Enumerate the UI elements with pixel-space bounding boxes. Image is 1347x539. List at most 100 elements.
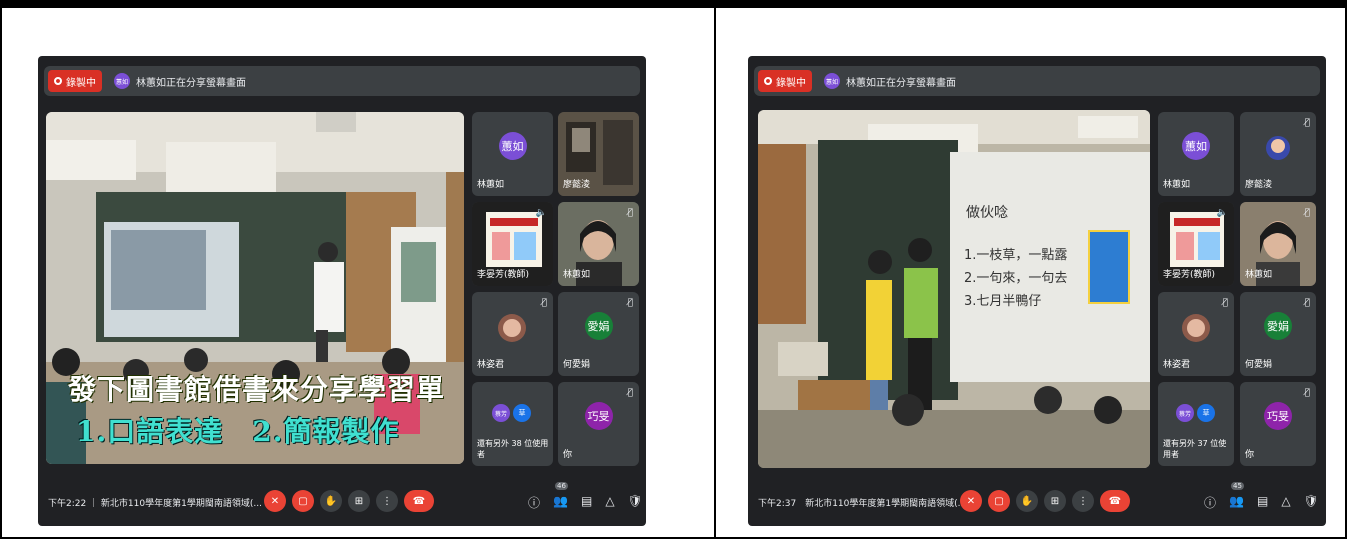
mic-off-icon: 🎙̸: [541, 298, 547, 308]
info-icon[interactable]: ⓘ: [1204, 494, 1216, 511]
participant-tile[interactable]: 🎙̸ 林姿君: [1158, 292, 1234, 376]
speaker-icon: 🔈: [535, 208, 547, 218]
camera-off-icon[interactable]: ▢: [988, 490, 1010, 512]
meet-screenshot-left: 錄製中 蕙如 林蕙如正在分享螢幕畫面 發下圖書館借書來分享學習單 1.口語表達 …: [38, 56, 646, 526]
share-banner: 錄製中 蕙如 林蕙如正在分享螢幕畫面: [754, 66, 1320, 96]
participant-name: 你: [563, 450, 573, 460]
raise-hand-icon[interactable]: ✋: [320, 490, 342, 512]
mic-off-icon: 🎙̸: [627, 298, 633, 308]
participant-tile[interactable]: 🎙̸ 林蕙如: [1240, 202, 1316, 286]
mic-off-icon: 🎙̸: [627, 208, 633, 218]
others-avatars: 蔡芳 草: [1176, 404, 1215, 422]
projected-slide: 做伙唸 1.一枝草，一點露 2.一句來，一句去 3.七月半鴨仔: [964, 192, 1134, 342]
bottom-toolbar: 下午2:37 新北市110學年度第1學期閩南語領域(... ✕ ▢ ✋ ⊞ ⋮ …: [748, 480, 1326, 526]
share-status-text: 林蕙如正在分享螢幕畫面: [136, 77, 246, 89]
more-options-icon[interactable]: ⋮: [376, 490, 398, 512]
mic-off-icon: 🎙̸: [1304, 298, 1310, 308]
others-tile[interactable]: 蔡芳 草 還有另外 37 位使用者: [1158, 382, 1234, 466]
present-icon[interactable]: ⊞: [348, 490, 370, 512]
host-controls-icon[interactable]: 🛡: [628, 494, 643, 511]
participant-name: 林蕙如: [1163, 180, 1191, 190]
activities-icon[interactable]: △: [1281, 494, 1290, 511]
participant-avatar: 愛娟: [584, 311, 613, 340]
people-icon[interactable]: 👥 45: [1229, 482, 1244, 511]
others-avatar: 蔡芳: [492, 404, 510, 422]
participant-name: 林姿君: [477, 360, 505, 370]
participant-count: 46: [555, 482, 568, 490]
meeting-info: 下午2:37 新北市110學年度第1學期閩南語領域(...: [758, 499, 967, 509]
overlay-caption-line-2: 1.口語表達 2.簡報製作: [76, 415, 400, 448]
meeting-info: 下午2:22 ｜ 新北市110學年度第1學期閩南語領域(...: [48, 499, 262, 509]
side-controls: ⓘ 👥 46 ▤ △ 🛡: [528, 482, 643, 511]
activities-icon[interactable]: △: [605, 494, 614, 511]
participant-name: 廖懿淩: [563, 180, 591, 190]
recording-label: 錄製中: [776, 77, 806, 89]
participant-tile[interactable]: 🔈 李晏芳(教師): [472, 202, 553, 286]
participant-avatar: 巧旻: [1264, 401, 1292, 430]
participant-name: 林蕙如: [1245, 270, 1273, 280]
mic-off-icon[interactable]: ✕: [960, 490, 982, 512]
overlay-caption-line-1: 發下圖書館借書來分享學習單: [68, 373, 446, 406]
participant-name: 李晏芳(教師): [1163, 270, 1216, 280]
meeting-controls: ✕ ▢ ✋ ⊞ ⋮ ☎: [960, 490, 1130, 512]
participant-avatar: 巧旻: [584, 401, 613, 430]
mic-off-icon: 🎙̸: [1304, 118, 1310, 128]
hang-up-icon[interactable]: ☎: [404, 490, 434, 512]
others-count: 還有另外 37 位使用者: [1163, 439, 1227, 459]
shared-screen: 做伙唸 1.一枝草，一點露 2.一句來，一句去 3.七月半鴨仔: [758, 110, 1150, 468]
participant-name: 你: [1245, 450, 1255, 460]
raise-hand-icon[interactable]: ✋: [1016, 490, 1038, 512]
participant-tile[interactable]: 愛娟 🎙̸ 何愛娟: [1240, 292, 1316, 376]
recording-label: 錄製中: [66, 77, 96, 89]
participant-name: 林蕙如: [563, 270, 591, 280]
slide-line-1: 1.一枝草，一點露: [964, 248, 1068, 263]
shared-screen: 發下圖書館借書來分享學習單 1.口語表達 2.簡報製作: [46, 112, 464, 464]
participant-tile[interactable]: 蕙如 林蕙如: [1158, 112, 1234, 196]
participant-tile[interactable]: 🔈 李晏芳(教師): [1158, 202, 1234, 286]
mic-off-icon: 🎙̸: [1222, 298, 1228, 308]
participant-count: 45: [1231, 482, 1244, 490]
participant-tile[interactable]: 廖懿淩: [558, 112, 639, 196]
participant-avatar: 愛娟: [1264, 311, 1292, 340]
mic-off-icon: 🎙̸: [1304, 208, 1310, 218]
mic-off-icon: 🎙̸: [627, 388, 633, 398]
participant-name: 何愛娟: [563, 360, 591, 370]
self-tile[interactable]: 巧旻 🎙̸ 你: [1240, 382, 1316, 466]
others-tile[interactable]: 蔡芳 草 還有另外 38 位使用者: [472, 382, 553, 466]
slide-line-2: 2.一句來，一句去: [964, 271, 1068, 286]
camera-off-icon[interactable]: ▢: [292, 490, 314, 512]
participant-tile[interactable]: 🎙̸ 林蕙如: [558, 202, 639, 286]
participant-name: 李晏芳(教師): [477, 270, 530, 280]
chat-icon[interactable]: ▤: [1257, 494, 1268, 511]
hang-up-icon[interactable]: ☎: [1100, 490, 1130, 512]
more-options-icon[interactable]: ⋮: [1072, 490, 1094, 512]
slide-line-3: 3.七月半鴨仔: [964, 294, 1042, 309]
participant-tile[interactable]: 蕙如 林蕙如: [472, 112, 553, 196]
chat-icon[interactable]: ▤: [581, 494, 592, 511]
share-status-text: 林蕙如正在分享螢幕畫面: [846, 77, 956, 89]
record-icon: [54, 77, 62, 85]
participant-tile[interactable]: 愛娟 🎙̸ 何愛娟: [558, 292, 639, 376]
participant-tile[interactable]: 🎙̸ 林姿君: [472, 292, 553, 376]
mic-off-icon[interactable]: ✕: [264, 490, 286, 512]
participant-name: 何愛娟: [1245, 360, 1273, 370]
column-divider: [714, 8, 716, 539]
bottom-toolbar: 下午2:22 ｜ 新北市110學年度第1學期閩南語領域(... ✕ ▢ ✋ ⊞ …: [38, 480, 646, 526]
participant-name: 林姿君: [1163, 360, 1191, 370]
meet-screenshot-right: 錄製中 蕙如 林蕙如正在分享螢幕畫面 做伙唸 1.一枝草，一點露 2.一句來，一…: [748, 56, 1326, 526]
others-count: 還有另外 38 位使用者: [477, 439, 549, 459]
self-tile[interactable]: 巧旻 🎙̸ 你: [558, 382, 639, 466]
participant-name: 林蕙如: [477, 180, 505, 190]
recording-indicator: 錄製中: [758, 70, 812, 92]
info-icon[interactable]: ⓘ: [528, 494, 540, 511]
others-avatar: 蔡芳: [1176, 404, 1194, 422]
slide-title: 做伙唸: [966, 205, 1008, 221]
host-controls-icon[interactable]: 🛡: [1304, 494, 1319, 511]
others-avatar: 草: [513, 404, 531, 422]
present-icon[interactable]: ⊞: [1044, 490, 1066, 512]
participant-tile[interactable]: 🎙̸ 廖懿淩: [1240, 112, 1316, 196]
presenter-avatar: 蕙如: [114, 73, 130, 89]
recording-indicator: 錄製中: [48, 70, 102, 92]
record-icon: [764, 77, 772, 85]
people-icon[interactable]: 👥 46: [553, 482, 568, 511]
